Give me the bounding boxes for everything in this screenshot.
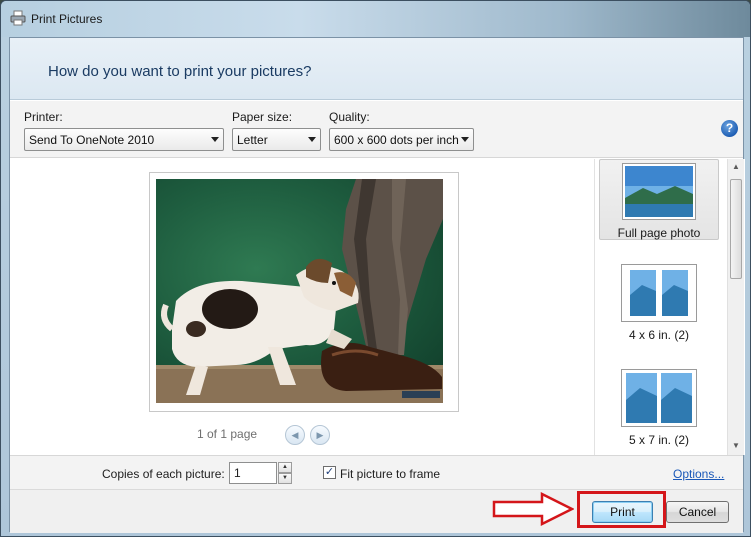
preview-photo <box>156 179 443 403</box>
layout-item-full-page[interactable]: Full page photo <box>599 159 719 240</box>
printer-label: Printer: <box>24 110 63 124</box>
print-options-row: Printer: Send To OneNote 2010 Paper size… <box>10 101 743 158</box>
layout-item-5x7[interactable]: 5 x 7 in. (2) <box>599 369 719 449</box>
printer-select-value: Send To OneNote 2010 <box>29 133 155 147</box>
dialog-client: How do you want to print your pictures? … <box>9 37 745 533</box>
arrow-right-icon: ▶ <box>316 430 324 440</box>
layout-scrollbar[interactable]: ▲ ▼ <box>727 159 744 455</box>
copies-row: Copies of each picture: 1 ▲ ▼ ✓ Fit pict… <box>10 455 743 489</box>
preview-page <box>149 172 459 412</box>
next-page-button[interactable]: ▶ <box>310 425 330 445</box>
layout-thumbnail <box>621 264 697 322</box>
copies-spinner: ▲ ▼ <box>278 462 292 484</box>
scroll-down-icon[interactable]: ▼ <box>728 438 744 454</box>
layout-label: 4 x 6 in. (2) <box>628 328 690 342</box>
layout-thumbnail <box>621 369 697 427</box>
window-title: Print Pictures <box>31 12 103 26</box>
page-indicator: 1 of 1 page <box>197 427 258 441</box>
landscape-thumbnail-icon <box>625 166 693 217</box>
dog-photo-illustration <box>156 179 443 403</box>
quality-select[interactable]: 600 x 600 dots per inch <box>329 128 474 151</box>
scroll-thumb[interactable] <box>730 179 742 279</box>
title-bar[interactable]: Print Pictures <box>1 1 750 37</box>
annotation-arrow-icon <box>492 492 574 526</box>
header-band: How do you want to print your pictures? <box>10 38 743 100</box>
two-up-thumbnail-icon <box>630 270 688 316</box>
arrow-left-icon: ◀ <box>291 430 299 440</box>
spin-up-icon[interactable]: ▲ <box>278 462 292 473</box>
copies-label: Copies of each picture: <box>102 467 225 481</box>
layout-list: Full page photo 4 x 6 in. (2) 5 x 7 in. … <box>594 159 745 455</box>
layout-thumbnail <box>622 163 696 220</box>
page-title: How do you want to print your pictures? <box>48 63 312 80</box>
printer-select[interactable]: Send To OneNote 2010 <box>24 128 224 151</box>
quality-select-value: 600 x 600 dots per inch <box>334 133 459 147</box>
print-pictures-window: Print Pictures How do you want to print … <box>0 0 751 537</box>
preview-area: 1 of 1 page ◀ ▶ <box>10 159 594 455</box>
options-link[interactable]: Options... <box>673 467 724 481</box>
scroll-up-icon[interactable]: ▲ <box>728 159 744 175</box>
quality-label: Quality: <box>329 110 370 124</box>
printer-icon <box>10 10 26 26</box>
chevron-down-icon <box>308 137 316 142</box>
previous-page-button[interactable]: ◀ <box>285 425 305 445</box>
cancel-button[interactable]: Cancel <box>666 501 729 523</box>
chevron-down-icon <box>461 137 469 142</box>
copies-input[interactable]: 1 <box>229 462 277 484</box>
paper-size-label: Paper size: <box>232 110 293 124</box>
layout-label: Full page photo <box>617 226 701 240</box>
fit-picture-checkbox[interactable]: ✓ <box>323 466 336 479</box>
layout-label: 5 x 7 in. (2) <box>628 433 690 447</box>
paper-size-select[interactable]: Letter <box>232 128 321 151</box>
chevron-down-icon <box>211 137 219 142</box>
paper-size-select-value: Letter <box>237 133 268 147</box>
two-up-thumbnail-icon <box>626 373 692 423</box>
fit-picture-label[interactable]: Fit picture to frame <box>340 467 440 481</box>
help-icon[interactable]: ? <box>721 120 738 137</box>
annotation-highlight-box <box>577 491 666 528</box>
layout-item-4x6[interactable]: 4 x 6 in. (2) <box>599 264 719 342</box>
spin-down-icon[interactable]: ▼ <box>278 473 292 484</box>
